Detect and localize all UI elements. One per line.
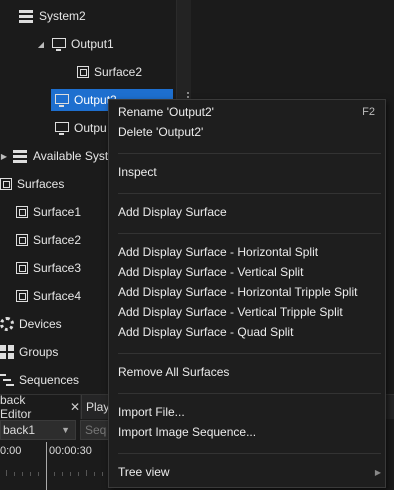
menu-item-label: Rename 'Output2': [118, 105, 214, 119]
tree-label: Surfaces: [17, 177, 65, 191]
surface-icon: [16, 262, 28, 274]
menu-item-label: Add Display Surface - Vertical Split: [118, 265, 304, 279]
menu-item-import-file[interactable]: Import File...: [109, 402, 385, 422]
monitor-icon: [55, 121, 69, 135]
menu-item-remove-all-surfaces[interactable]: Remove All Surfaces: [109, 362, 385, 382]
tree-item-sequences[interactable]: Sequences: [0, 369, 79, 391]
sequence-icon: [0, 374, 14, 386]
menu-item-label: Import File...: [118, 405, 185, 419]
menu-item-import-image-sequence[interactable]: Import Image Sequence...: [109, 422, 385, 442]
tree-item-system2[interactable]: System2: [18, 5, 86, 27]
input-placeholder: Seq: [85, 423, 107, 437]
menu-separator: [118, 393, 381, 394]
menu-item-vertical-tripple-split[interactable]: Add Display Surface - Vertical Tripple S…: [109, 302, 385, 322]
tree-label: System2: [39, 9, 86, 23]
menu-item-label: Tree view: [118, 465, 170, 479]
surface-icon: [16, 290, 28, 302]
tree-label: Devices: [19, 317, 62, 331]
menu-separator: [118, 193, 381, 194]
expand-arrow-icon[interactable]: ◢: [36, 39, 46, 49]
menu-item-delete[interactable]: Delete 'Output2': [109, 122, 385, 142]
menu-item-tree-view[interactable]: Tree view ▶: [109, 462, 385, 482]
surface-icon: [0, 178, 12, 190]
submenu-arrow-icon: ▶: [374, 467, 381, 477]
menu-item-label: Delete 'Output2': [118, 125, 204, 139]
tree-label: Surface2: [94, 65, 143, 79]
tree-label: Available Syst: [33, 149, 109, 163]
surface-icon: [16, 206, 28, 218]
tree-item-surface2[interactable]: Surface2: [16, 229, 81, 251]
context-menu: Rename 'Output2' F2 Delete 'Output2' Ins…: [108, 99, 386, 488]
groups-icon: [0, 345, 14, 359]
menu-item-label: Import Image Sequence...: [118, 425, 257, 439]
monitor-icon: [52, 37, 66, 51]
tree-item-surfaces[interactable]: Surfaces: [0, 173, 64, 195]
tree-label: Sequences: [19, 373, 80, 387]
menu-item-inspect[interactable]: Inspect: [109, 162, 385, 182]
menu-separator: [118, 233, 381, 234]
tree-scrollbar[interactable]: [176, 0, 191, 100]
tree-label: Surface3: [33, 261, 82, 275]
surface-icon: [16, 234, 28, 246]
surface-icon: [77, 66, 89, 78]
menu-item-horizontal-tripple-split[interactable]: Add Display Surface - Horizontal Tripple…: [109, 282, 385, 302]
tab-playback-editor[interactable]: back Editor ✕: [0, 393, 80, 421]
tree-label: Output1: [71, 37, 114, 51]
tree-item-output1[interactable]: ◢ Output1: [36, 33, 114, 55]
menu-item-horizontal-split[interactable]: Add Display Surface - Horizontal Split: [109, 242, 385, 262]
menu-item-label: Add Display Surface - Horizontal Split: [118, 245, 319, 259]
tree-item-devices[interactable]: Devices: [0, 313, 62, 335]
tree-label: Surface4: [33, 289, 82, 303]
collapse-arrow-icon[interactable]: ▶: [0, 151, 8, 161]
playhead[interactable]: [46, 442, 47, 490]
menu-item-label: Remove All Surfaces: [118, 365, 230, 379]
gear-icon: [0, 317, 14, 331]
select-value: back1: [3, 423, 36, 437]
menu-item-rename[interactable]: Rename 'Output2' F2: [109, 102, 385, 122]
tree-item-groups[interactable]: Groups: [0, 341, 58, 363]
menu-item-vertical-split[interactable]: Add Display Surface - Vertical Split: [109, 262, 385, 282]
playback-select[interactable]: back1 ▼: [0, 420, 76, 440]
monitor-icon: [55, 93, 69, 107]
tree-label: Groups: [19, 345, 59, 359]
time-mark: 0:00: [0, 445, 22, 457]
tree-item-output-partial[interactable]: Outpu: [55, 117, 107, 139]
server-icon: [18, 9, 34, 23]
menu-separator: [118, 353, 381, 354]
chevron-down-icon: ▼: [61, 425, 70, 435]
tab-label: back Editor: [0, 393, 32, 421]
tree-item-surface1[interactable]: Surface1: [16, 201, 81, 223]
menu-separator: [118, 153, 381, 154]
tree-label: Surface2: [33, 233, 82, 247]
menu-item-label: Inspect: [118, 165, 157, 179]
menu-item-label: Add Display Surface: [118, 205, 227, 219]
close-icon[interactable]: ✕: [70, 400, 80, 414]
tree-item-surface4[interactable]: Surface4: [16, 285, 81, 307]
tree-item-available-systems[interactable]: ▶ Available Syst: [0, 145, 108, 167]
tree-item-surface3[interactable]: Surface3: [16, 257, 81, 279]
tab-label: Play: [86, 400, 110, 414]
menu-separator: [118, 453, 381, 454]
time-mark: 00:00:30: [49, 445, 92, 457]
menu-item-label: Add Display Surface - Vertical Tripple S…: [118, 305, 343, 319]
menu-item-shortcut: F2: [362, 106, 375, 118]
menu-item-label: Add Display Surface - Horizontal Tripple…: [118, 285, 358, 299]
menu-item-label: Add Display Surface - Quad Split: [118, 325, 294, 339]
menu-item-quad-split[interactable]: Add Display Surface - Quad Split: [109, 322, 385, 342]
server-icon: [12, 149, 28, 163]
tree-label: Surface1: [33, 205, 82, 219]
menu-item-add-display-surface[interactable]: Add Display Surface: [109, 202, 385, 222]
tree-label: Outpu: [74, 121, 107, 135]
tree-item-surface2[interactable]: Surface2: [77, 61, 142, 83]
